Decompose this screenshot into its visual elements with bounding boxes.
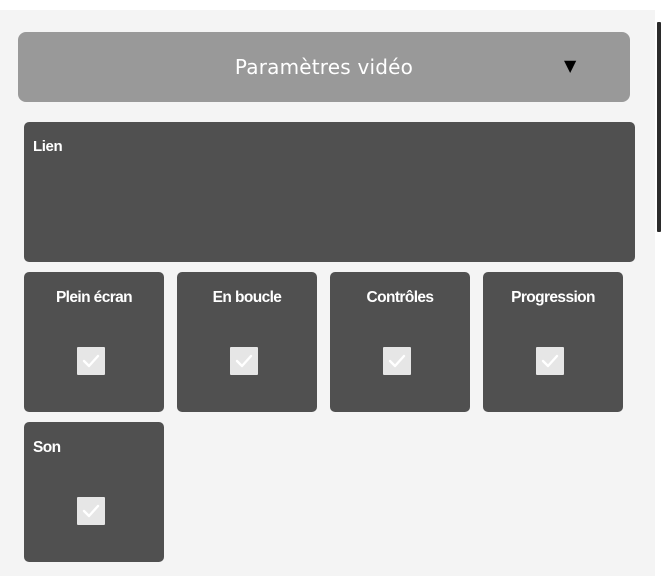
- controls-checkbox[interactable]: [383, 347, 411, 375]
- option-loop-label: En boucle: [212, 289, 282, 306]
- video-settings-header[interactable]: Paramètres vidéo ▼: [18, 32, 630, 102]
- option-fullscreen-label: Plein écran: [55, 289, 133, 306]
- option-fullscreen[interactable]: Plein écran: [24, 272, 164, 412]
- loop-checkbox[interactable]: [230, 347, 258, 375]
- checkmark-icon: [235, 354, 253, 368]
- fullscreen-checkbox[interactable]: [77, 347, 105, 375]
- link-field[interactable]: Lien: [24, 122, 635, 262]
- option-progress[interactable]: Progression: [483, 272, 623, 412]
- checkmark-icon: [82, 354, 100, 368]
- dropdown-arrow-icon[interactable]: ▼: [564, 56, 576, 75]
- option-progress-label: Progression: [511, 289, 595, 306]
- checkmark-icon: [541, 354, 559, 368]
- option-sound-label: Son: [33, 439, 61, 456]
- progress-checkbox[interactable]: [536, 347, 564, 375]
- option-sound[interactable]: Son: [24, 422, 164, 562]
- option-loop[interactable]: En boucle: [177, 272, 317, 412]
- option-controls[interactable]: Contrôles: [330, 272, 470, 412]
- scrollbar-thumb[interactable]: [657, 22, 661, 232]
- option-controls-label: Contrôles: [366, 289, 435, 306]
- link-label: Lien: [33, 138, 63, 155]
- checkmark-icon: [388, 354, 406, 368]
- video-settings-title: Paramètres vidéo: [234, 55, 414, 79]
- sound-checkbox[interactable]: [77, 497, 105, 525]
- checkmark-icon: [82, 504, 100, 518]
